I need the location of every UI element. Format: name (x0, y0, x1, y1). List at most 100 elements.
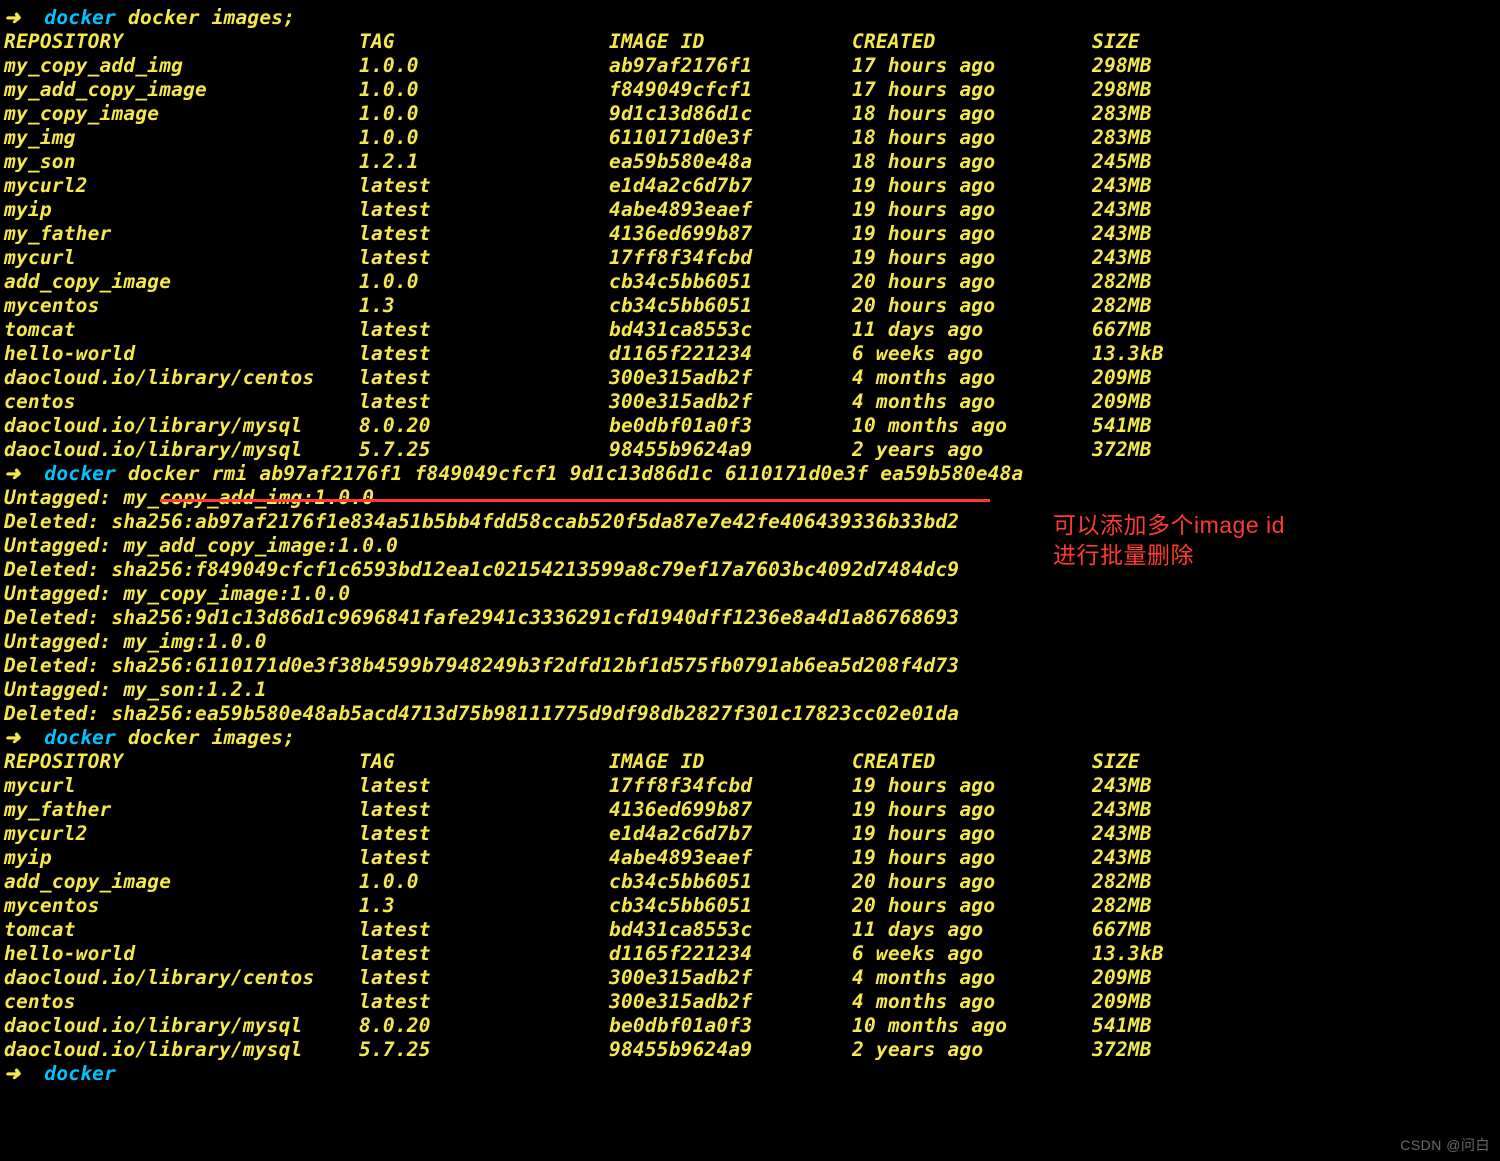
cell-repository: mycurl2 (4, 174, 359, 198)
cell-image-id: 98455b9624a9 (609, 1038, 852, 1062)
prompt-line[interactable]: ➜ docker (4, 1062, 1500, 1086)
prompt-label: docker (44, 462, 116, 486)
cell-created: 19 hours ago (852, 198, 1092, 222)
cell-image-id: 4136ed699b87 (609, 222, 852, 246)
cell-created: 19 hours ago (852, 798, 1092, 822)
cell-size: 282MB (1092, 270, 1152, 294)
table-row: my_copy_image1.0.09d1c13d86d1c18 hours a… (4, 102, 1500, 126)
cell-repository: tomcat (4, 918, 359, 942)
cell-tag: latest (359, 366, 609, 390)
table-row: mycurl2lateste1d4a2c6d7b719 hours ago243… (4, 822, 1500, 846)
cell-created: 19 hours ago (852, 174, 1092, 198)
table-row: add_copy_image1.0.0cb34c5bb605120 hours … (4, 270, 1500, 294)
cell-image-id: f849049cfcf1 (609, 78, 852, 102)
cell-created: 20 hours ago (852, 894, 1092, 918)
col-tag: TAG (359, 30, 609, 54)
cell-tag: 1.0.0 (359, 54, 609, 78)
cell-size: 209MB (1092, 366, 1152, 390)
prompt-line[interactable]: ➜ docker docker rmi ab97af2176f1 f849049… (4, 462, 1500, 486)
prompt-label: docker (44, 726, 116, 750)
cell-image-id: be0dbf01a0f3 (609, 414, 852, 438)
table-row: hello-worldlatestd1165f2212346 weeks ago… (4, 342, 1500, 366)
col-created: CREATED (852, 750, 1092, 774)
table-row: mycurl2lateste1d4a2c6d7b719 hours ago243… (4, 174, 1500, 198)
prompt-label: docker (44, 6, 116, 30)
command-text (116, 1062, 128, 1086)
cell-image-id: cb34c5bb6051 (609, 894, 852, 918)
cell-tag: 1.3 (359, 294, 609, 318)
cell-size: 298MB (1092, 54, 1152, 78)
cell-image-id: bd431ca8553c (609, 918, 852, 942)
table-header: REPOSITORYTAGIMAGE IDCREATEDSIZE (4, 750, 1500, 774)
table-row: daocloud.io/library/centoslatest300e315a… (4, 966, 1500, 990)
cell-size: 541MB (1092, 1014, 1152, 1038)
cell-tag: latest (359, 798, 609, 822)
cell-repository: tomcat (4, 318, 359, 342)
table-row: hello-worldlatestd1165f2212346 weeks ago… (4, 942, 1500, 966)
cell-tag: latest (359, 318, 609, 342)
cell-repository: mycurl (4, 246, 359, 270)
cell-image-id: bd431ca8553c (609, 318, 852, 342)
cell-image-id: 9d1c13d86d1c (609, 102, 852, 126)
cell-created: 20 hours ago (852, 870, 1092, 894)
cell-image-id: e1d4a2c6d7b7 (609, 174, 852, 198)
table-row: mycentos1.3cb34c5bb605120 hours ago282MB (4, 894, 1500, 918)
cell-image-id: d1165f221234 (609, 942, 852, 966)
cell-created: 10 months ago (852, 1014, 1092, 1038)
cell-repository: my_add_copy_image (4, 78, 359, 102)
output-line: Untagged: my_img:1.0.0 (4, 630, 1500, 654)
cell-tag: latest (359, 198, 609, 222)
cell-repository: centos (4, 990, 359, 1014)
table-row: tomcatlatestbd431ca8553c11 days ago667MB (4, 318, 1500, 342)
cell-size: 283MB (1092, 126, 1152, 150)
cell-tag: latest (359, 342, 609, 366)
cell-image-id: ea59b580e48a (609, 150, 852, 174)
cell-created: 11 days ago (852, 318, 1092, 342)
cell-tag: latest (359, 246, 609, 270)
cell-repository: daocloud.io/library/centos (4, 366, 359, 390)
table-row: daocloud.io/library/mysql8.0.20be0dbf01a… (4, 414, 1500, 438)
cell-repository: mycurl2 (4, 822, 359, 846)
cell-repository: my_img (4, 126, 359, 150)
cell-image-id: 6110171d0e3f (609, 126, 852, 150)
cell-repository: add_copy_image (4, 870, 359, 894)
col-repository: REPOSITORY (4, 30, 359, 54)
cell-tag: latest (359, 222, 609, 246)
cell-size: 243MB (1092, 198, 1152, 222)
cell-size: 243MB (1092, 846, 1152, 870)
cell-image-id: 4abe4893eaef (609, 198, 852, 222)
cell-size: 372MB (1092, 1038, 1152, 1062)
output-line: Deleted: sha256:9d1c13d86d1c9696841fafe2… (4, 606, 1500, 630)
cell-repository: myip (4, 846, 359, 870)
prompt-arrow-icon: ➜ (4, 1062, 44, 1086)
prompt-line[interactable]: ➜ docker docker images; (4, 726, 1500, 750)
table-row: daocloud.io/library/centoslatest300e315a… (4, 366, 1500, 390)
cell-created: 19 hours ago (852, 246, 1092, 270)
output-line: Untagged: my_copy_add_img:1.0.0 (4, 486, 1500, 510)
cell-repository: hello-world (4, 942, 359, 966)
cell-created: 18 hours ago (852, 150, 1092, 174)
cell-image-id: be0dbf01a0f3 (609, 1014, 852, 1038)
table-row: centoslatest300e315adb2f4 months ago209M… (4, 390, 1500, 414)
cell-tag: latest (359, 774, 609, 798)
prompt-arrow-icon: ➜ (4, 6, 44, 30)
command-text: docker images; (116, 6, 295, 30)
cell-tag: 1.2.1 (359, 150, 609, 174)
cell-image-id: 17ff8f34fcbd (609, 246, 852, 270)
cell-size: 282MB (1092, 870, 1152, 894)
prompt-line[interactable]: ➜ docker docker images; (4, 6, 1500, 30)
table-row: myiplatest4abe4893eaef19 hours ago243MB (4, 198, 1500, 222)
cell-created: 20 hours ago (852, 294, 1092, 318)
cell-tag: 1.0.0 (359, 126, 609, 150)
cell-tag: latest (359, 822, 609, 846)
cell-size: 283MB (1092, 102, 1152, 126)
output-line: Deleted: sha256:ea59b580e48ab5acd4713d75… (4, 702, 1500, 726)
cell-image-id: 98455b9624a9 (609, 438, 852, 462)
cell-size: 667MB (1092, 918, 1152, 942)
table-row: tomcatlatestbd431ca8553c11 days ago667MB (4, 918, 1500, 942)
cell-tag: latest (359, 174, 609, 198)
cell-size: 13.3kB (1092, 942, 1164, 966)
table-row: daocloud.io/library/mysql5.7.2598455b962… (4, 438, 1500, 462)
table-row: daocloud.io/library/mysql5.7.2598455b962… (4, 1038, 1500, 1062)
cell-created: 18 hours ago (852, 126, 1092, 150)
